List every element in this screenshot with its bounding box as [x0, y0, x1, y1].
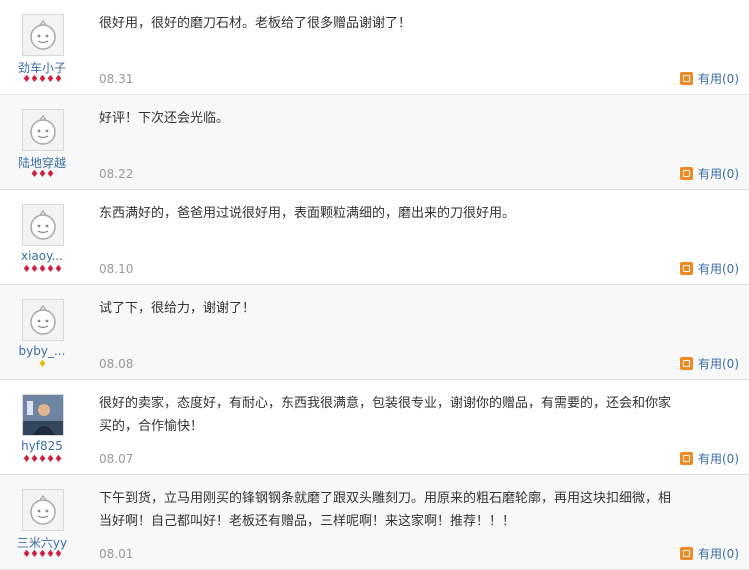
review-date: 08.10 [99, 262, 134, 276]
useful-icon [680, 167, 693, 180]
useful-button[interactable]: 有用(0) [680, 450, 739, 467]
useful-label: 有用(0) [698, 262, 739, 276]
review-list: 劲车小子 ♦♦♦♦♦ 很好用，很好的磨刀石材。老板给了很多赠品谢谢了！ 08.3… [0, 0, 749, 570]
default-avatar-icon [30, 114, 56, 145]
default-avatar-icon [30, 494, 56, 525]
useful-icon [680, 262, 693, 275]
user-avatar[interactable] [22, 14, 64, 56]
username-link[interactable]: hyf825 [0, 439, 84, 453]
useful-label: 有用(0) [698, 452, 739, 466]
review-item: xiaoy... ♦♦♦♦♦ 东西满好的，爸爸用过说很好用，表面颗粒满细的，磨出… [0, 190, 749, 285]
review-item: hyf825 ♦♦♦♦♦ 很好的卖家，态度好，有耐心，东西我很满意，包装很专业，… [0, 380, 749, 475]
useful-label: 有用(0) [698, 167, 739, 181]
useful-icon [680, 452, 693, 465]
buyer-rank-badge: ♦♦♦♦♦ [22, 74, 63, 85]
review-item: 劲车小子 ♦♦♦♦♦ 很好用，很好的磨刀石材。老板给了很多赠品谢谢了！ 08.3… [0, 0, 749, 95]
useful-icon [680, 357, 693, 370]
useful-button[interactable]: 有用(0) [680, 165, 739, 182]
review-date: 08.31 [99, 72, 134, 86]
useful-button[interactable]: 有用(0) [680, 355, 739, 372]
username-link[interactable]: xiaoy... [0, 249, 84, 263]
review-comment: 很好的卖家，态度好，有耐心，东西我很满意，包装很专业，谢谢你的赠品，有需要的，还… [99, 396, 672, 434]
buyer-rank-badge: ♦♦♦♦♦ [22, 454, 63, 465]
review-comment: 东西满好的，爸爸用过说很好用，表面颗粒满细的，磨出来的刀很好用。 [99, 206, 516, 221]
buyer-rank-badge: ♦ [38, 359, 47, 370]
review-item: 三米六yy ♦♦♦♦♦ 下午到货，立马用刚买的锋钢钢条就磨了跟双头雕刻刀。用原来… [0, 475, 749, 570]
buyer-rank-badge: ♦♦♦♦♦ [22, 264, 63, 275]
user-avatar[interactable] [22, 489, 64, 531]
username-link[interactable]: byby_... [0, 344, 84, 358]
useful-button[interactable]: 有用(0) [680, 70, 739, 87]
review-comment: 下午到货，立马用刚买的锋钢钢条就磨了跟双头雕刻刀。用原来的粗石磨轮廓，再用这块扣… [99, 491, 672, 529]
user-avatar[interactable] [22, 109, 64, 151]
useful-label: 有用(0) [698, 72, 739, 86]
review-comment: 很好用，很好的磨刀石材。老板给了很多赠品谢谢了！ [99, 16, 412, 31]
photo-avatar-icon [23, 395, 63, 435]
review-date: 08.07 [99, 452, 134, 466]
user-avatar[interactable] [22, 299, 64, 341]
default-avatar-icon [30, 19, 56, 50]
user-avatar[interactable] [22, 204, 64, 246]
default-avatar-icon [30, 209, 56, 240]
useful-icon [680, 72, 693, 85]
useful-icon [680, 547, 693, 560]
useful-label: 有用(0) [698, 357, 739, 371]
review-date: 08.01 [99, 547, 134, 561]
user-avatar[interactable] [22, 394, 64, 436]
useful-button[interactable]: 有用(0) [680, 545, 739, 562]
useful-label: 有用(0) [698, 547, 739, 561]
review-date: 08.08 [99, 357, 134, 371]
review-date: 08.22 [99, 167, 134, 181]
useful-button[interactable]: 有用(0) [680, 260, 739, 277]
review-comment: 试了下，很给力，谢谢了！ [99, 301, 256, 316]
review-item: byby_... ♦ 试了下，很给力，谢谢了！ 08.08 有用(0) [0, 285, 749, 380]
review-comment: 好评！下次还会光临。 [99, 111, 230, 126]
buyer-rank-badge: ♦♦♦♦♦ [22, 549, 63, 560]
default-avatar-icon [30, 304, 56, 335]
review-item: 陆地穿越 ♦♦♦ 好评！下次还会光临。 08.22 有用(0) [0, 95, 749, 190]
buyer-rank-badge: ♦♦♦ [30, 169, 55, 180]
